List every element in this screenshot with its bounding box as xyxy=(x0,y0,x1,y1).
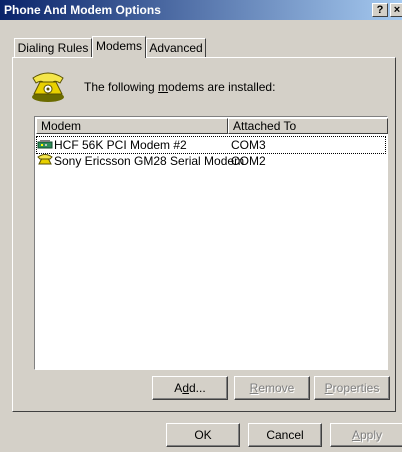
installed-modems-text: The following modems are installed: xyxy=(84,80,275,94)
window-title: Phone And Modem Options xyxy=(4,3,161,17)
info-accel: m xyxy=(158,80,169,94)
attached-to-cell: COM3 xyxy=(231,138,266,152)
modem-name: HCF 56K PCI Modem #2 xyxy=(54,138,187,152)
remove-label-accel: R xyxy=(249,381,259,395)
title-bar[interactable]: Phone And Modem Options ? × xyxy=(0,0,402,20)
tab-dialing-rules[interactable]: Dialing Rules xyxy=(14,38,92,58)
remove-button[interactable]: Remove xyxy=(234,376,310,400)
add-label-post: d... xyxy=(189,381,206,395)
apply-label-post: pply xyxy=(360,428,383,442)
tab-advanced[interactable]: Advanced xyxy=(146,38,206,58)
column-header-attached-to[interactable]: Attached To xyxy=(228,118,388,134)
apply-label-accel: A xyxy=(351,428,360,442)
help-button[interactable]: ? xyxy=(372,3,388,17)
list-item[interactable]: Sony Ericsson GM28 Serial Modem COM2 xyxy=(37,153,385,169)
phone-modem-icon xyxy=(37,154,53,165)
ok-button[interactable]: OK xyxy=(166,423,240,447)
add-button[interactable]: Add... xyxy=(152,376,228,400)
telephone-icon xyxy=(32,72,64,102)
remove-label-post: emove xyxy=(258,381,295,395)
modem-name: Sony Ericsson GM28 Serial Modem xyxy=(54,154,245,168)
tab-modems[interactable]: Modems xyxy=(92,36,146,58)
modem-name-cell: HCF 56K PCI Modem #2 xyxy=(37,137,227,153)
attached-to-cell: COM2 xyxy=(231,154,266,168)
properties-label-post: roperties xyxy=(332,381,380,395)
close-button[interactable]: × xyxy=(390,3,402,17)
info-prefix: The following xyxy=(84,80,159,94)
list-item[interactable]: HCF 56K PCI Modem #2 COM3 xyxy=(36,136,386,154)
modem-icon xyxy=(37,140,53,149)
column-header-modem[interactable]: Modem xyxy=(36,118,228,134)
properties-button[interactable]: Properties xyxy=(314,376,390,400)
add-label-accel: d xyxy=(182,381,189,395)
cancel-button[interactable]: Cancel xyxy=(248,423,322,447)
modems-list[interactable]: Modem Attached To HCF 56K PCI Modem #2 C… xyxy=(34,116,388,370)
modem-name-cell: Sony Ericsson GM28 Serial Modem xyxy=(37,153,244,169)
apply-button[interactable]: Apply xyxy=(330,423,402,447)
properties-label-accel: P xyxy=(324,381,333,395)
list-header: Modem Attached To xyxy=(36,118,388,134)
info-suffix: odems are installed: xyxy=(168,80,276,94)
